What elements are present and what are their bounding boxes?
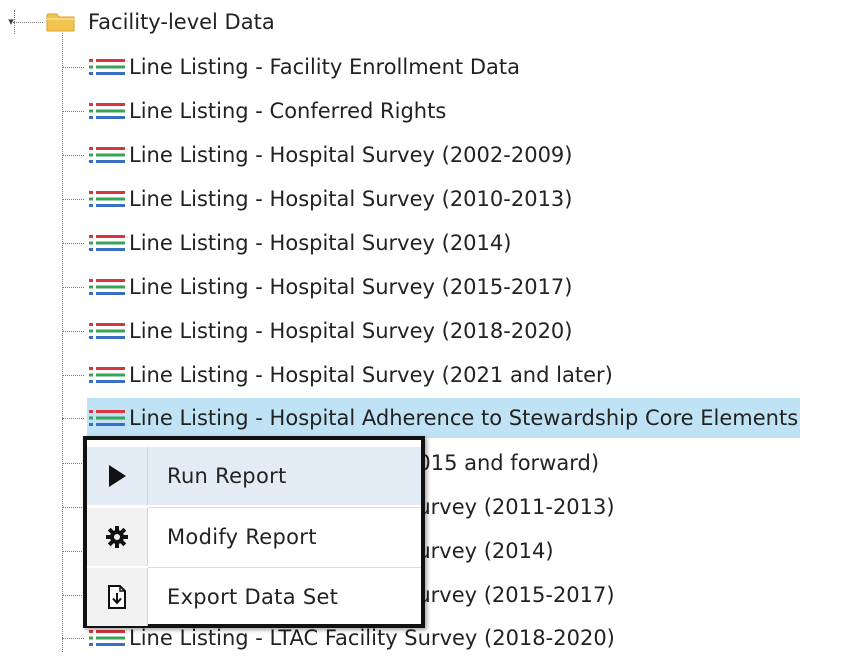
- context-menu: Run Report Modify Report Export Data Set: [83, 436, 425, 628]
- play-icon: [109, 465, 126, 487]
- export-icon: [108, 585, 126, 609]
- menu-item-label: Modify Report: [167, 525, 317, 549]
- folder-icon: [46, 13, 75, 32]
- line-listing-icon: [89, 59, 125, 75]
- gear-icon: [106, 526, 128, 548]
- line-listing-icon: [89, 103, 125, 119]
- tree-connector: [62, 462, 84, 464]
- tree-connector: [62, 66, 84, 68]
- tree-connector: [62, 550, 84, 552]
- tree-connector: [62, 110, 84, 112]
- tree-connector: [62, 506, 84, 508]
- tree-connector: [62, 637, 84, 639]
- tree-item-label: Line Listing - Facility Enrollment Data: [129, 55, 520, 79]
- tree-item[interactable]: Line Listing - Facility Enrollment Data: [62, 47, 522, 87]
- tree-item-label: Line Listing - Conferred Rights: [129, 99, 447, 123]
- tree-item-label: Line Listing - Hospital Adherence to Ste…: [129, 406, 799, 430]
- line-listing-icon: [89, 367, 125, 383]
- tree-item-label: Survey (2011-2013): [404, 495, 615, 519]
- tree-item-label: Survey (2015-2017): [404, 583, 615, 607]
- collapse-toggle-icon[interactable]: ▾: [5, 16, 17, 28]
- line-listing-icon: [89, 191, 125, 207]
- run-report-menu-item[interactable]: Run Report: [87, 447, 421, 505]
- menu-icon-column: [87, 508, 148, 566]
- modify-report-menu-item[interactable]: Modify Report: [87, 508, 421, 566]
- line-listing-icon: [89, 410, 125, 426]
- line-listing-icon: [89, 630, 125, 646]
- tree-item-label: 2015 and forward): [404, 451, 600, 475]
- tree-item[interactable]: Line Listing - Hospital Survey (2010-201…: [62, 179, 574, 219]
- tree-connector: [62, 154, 84, 156]
- tree-connector: [62, 417, 84, 419]
- export-data-set-menu-item[interactable]: Export Data Set: [87, 568, 421, 626]
- line-listing-icon: [89, 235, 125, 251]
- line-listing-icon: [89, 279, 125, 295]
- menu-icon-column: [87, 447, 148, 505]
- tree-item[interactable]: Line Listing - Hospital Survey (2015-201…: [62, 267, 574, 307]
- tree-item[interactable]: Line Listing - Hospital Survey (2018-202…: [62, 311, 574, 351]
- tree-item[interactable]: Line Listing - Conferred Rights: [62, 91, 448, 131]
- tree-item-label: Line Listing - Hospital Survey (2002-200…: [129, 143, 573, 167]
- tree-item-label: Line Listing - LTAC Facility Survey (201…: [129, 626, 615, 650]
- tree-item-label: Line Listing - Hospital Survey (2010-201…: [129, 187, 573, 211]
- menu-icon-column: [87, 568, 148, 626]
- tree-item[interactable]: Line Listing - Hospital Survey (2014): [62, 223, 513, 263]
- tree-item[interactable]: Line Listing - Hospital Survey (2002-200…: [62, 135, 574, 175]
- menu-item-label: Run Report: [167, 464, 287, 488]
- tree-connector: [62, 374, 84, 376]
- menu-item-label: Export Data Set: [167, 585, 339, 609]
- line-listing-icon: [89, 323, 125, 339]
- tree-item-label: Line Listing - Hospital Survey (2015-201…: [129, 275, 573, 299]
- tree-folder-facility-level-data[interactable]: Facility-level Data: [46, 5, 275, 39]
- tree-item[interactable]: Line Listing - Hospital Survey (2021 and…: [62, 355, 615, 395]
- tree-connector: [13, 22, 43, 23]
- tree-item-label: Survey (2014): [404, 539, 554, 563]
- tree-item-label: Line Listing - Hospital Survey (2014): [129, 231, 512, 255]
- line-listing-icon: [89, 147, 125, 163]
- tree-connector: [62, 330, 84, 332]
- tree-connector: [62, 198, 84, 200]
- tree-item-label: Line Listing - Hospital Survey (2021 and…: [129, 363, 613, 387]
- tree-item-selected[interactable]: Line Listing - Hospital Adherence to Ste…: [62, 398, 801, 438]
- tree-connector: [62, 286, 84, 288]
- tree-item-label: Line Listing - Hospital Survey (2018-202…: [129, 319, 573, 343]
- folder-label: Facility-level Data: [88, 10, 275, 34]
- tree-connector: [62, 242, 84, 244]
- tree-connector: [62, 594, 84, 596]
